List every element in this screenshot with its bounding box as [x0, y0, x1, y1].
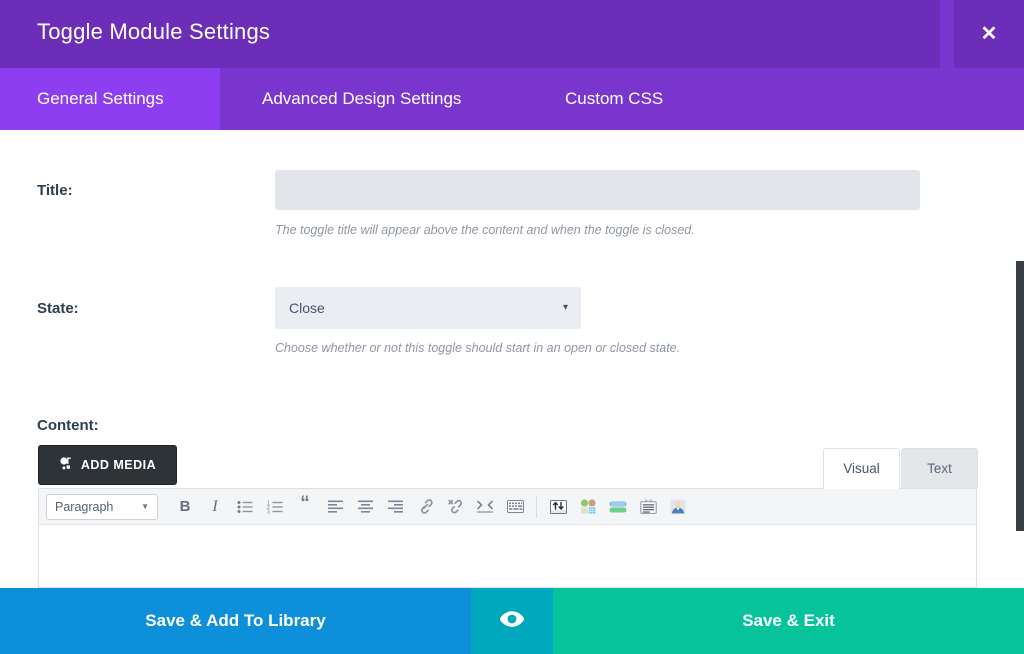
save-exit-button[interactable]: Save & Exit — [553, 588, 1024, 654]
tab-text[interactable]: Text — [901, 448, 978, 488]
bulleted-list-icon[interactable] — [230, 493, 260, 521]
tab-general-settings[interactable]: General Settings — [0, 68, 220, 130]
tab-advanced-design-settings[interactable]: Advanced Design Settings — [240, 68, 461, 130]
align-right-icon[interactable] — [380, 493, 410, 521]
paragraph-format-select[interactable]: Paragraph ▼ — [46, 494, 158, 520]
content-editor: Paragraph ▼ B I — [38, 488, 977, 588]
remove-link-icon[interactable] — [440, 493, 470, 521]
align-center-icon[interactable] — [350, 493, 380, 521]
state-label: State: — [37, 300, 79, 317]
eye-icon — [499, 610, 525, 633]
format-select-value: Paragraph — [55, 500, 113, 514]
content-label: Content: — [37, 417, 99, 434]
page-title: Toggle Module Settings — [37, 19, 270, 45]
editor-toolbar: Paragraph ▼ B I — [39, 489, 976, 525]
add-media-button[interactable]: ADD MEDIA — [38, 445, 177, 485]
title-input[interactable] — [275, 170, 920, 210]
state-help-text: Choose whether or not this toggle should… — [275, 341, 680, 355]
tab-bar: General Settings Advanced Design Setting… — [0, 68, 1024, 130]
preview-button[interactable] — [471, 588, 553, 654]
tab-custom-css[interactable]: Custom CSS — [543, 68, 663, 130]
title-label: Title: — [37, 182, 73, 199]
svg-text:3: 3 — [267, 509, 270, 514]
tab-visual[interactable]: Visual — [823, 448, 900, 489]
blockquote-icon[interactable]: “ — [290, 493, 320, 521]
close-icon[interactable]: ✕ — [954, 0, 1024, 68]
italic-icon[interactable]: I — [200, 493, 230, 521]
divi-button-icon[interactable] — [603, 493, 633, 521]
read-more-icon[interactable] — [470, 493, 500, 521]
align-left-icon[interactable] — [320, 493, 350, 521]
media-camera-icon — [59, 457, 74, 474]
divi-layout-icon[interactable] — [573, 493, 603, 521]
bold-icon[interactable]: B — [170, 493, 200, 521]
save-add-to-library-button[interactable]: Save & Add To Library — [0, 588, 471, 654]
keyboard-shortcuts-icon[interactable] — [500, 493, 530, 521]
toggle-module-settings-modal: Toggle Module Settings ✕ General Setting… — [0, 0, 1024, 654]
editor-content-area[interactable] — [39, 526, 976, 587]
modal-header: Toggle Module Settings ✕ — [0, 0, 1024, 68]
title-help-text: The toggle title will appear above the c… — [275, 223, 695, 237]
numbered-list-icon[interactable]: 1 2 3 — [260, 493, 290, 521]
state-select[interactable]: Close ▾ — [275, 287, 581, 329]
scrollbar-thumb[interactable] — [1016, 261, 1024, 531]
chevron-down-icon: ▾ — [563, 287, 568, 329]
header-accent-strip — [940, 0, 954, 68]
add-media-label: ADD MEDIA — [81, 458, 156, 472]
toolbar-toggle-icon[interactable] — [543, 493, 573, 521]
toolbar-divider — [536, 496, 537, 518]
settings-form: Title: The toggle title will appear abov… — [0, 130, 1024, 588]
divi-list-icon[interactable] — [633, 493, 663, 521]
state-select-value: Close — [289, 287, 325, 329]
divi-person-icon[interactable] — [663, 493, 693, 521]
modal-footer: Save & Add To Library Save & Exit — [0, 588, 1024, 654]
insert-link-icon[interactable] — [410, 493, 440, 521]
scrollbar-track[interactable] — [1016, 130, 1024, 588]
chevron-down-icon: ▼ — [141, 502, 149, 511]
